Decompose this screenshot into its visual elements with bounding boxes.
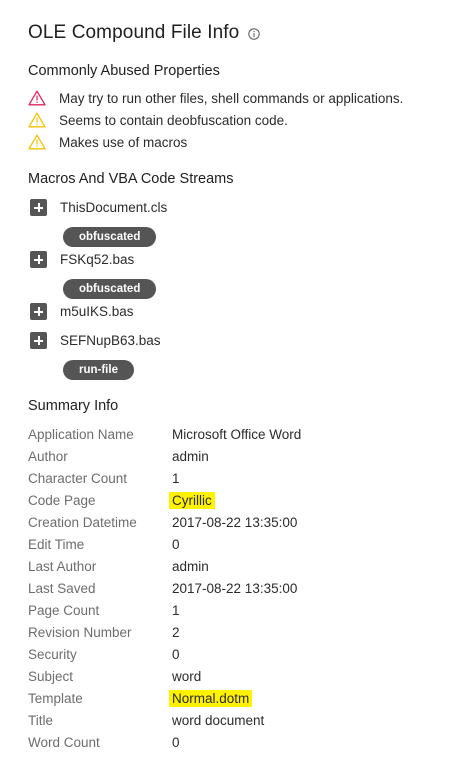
highlighted-value: Cyrillic <box>169 491 215 509</box>
abused-property-item: Makes use of macros <box>28 134 187 150</box>
summary-key: Code Page <box>28 492 96 508</box>
summary-key: Security <box>28 646 77 662</box>
macros-heading: Macros And VBA Code Streams <box>28 171 234 187</box>
summary-value: 1 <box>172 602 180 618</box>
summary-value: 1 <box>172 470 180 486</box>
stream-name: ThisDocument.cls <box>60 200 168 215</box>
stream-name: FSKq52.bas <box>60 252 135 267</box>
code-stream-item: FSKq52.bas <box>30 251 134 268</box>
summary-value: word <box>172 668 202 684</box>
summary-value: 2017-08-22 13:35:00 <box>172 580 298 596</box>
summary-value: admin <box>172 558 209 574</box>
highlighted-value: Normal.dotm <box>169 689 253 707</box>
summary-row: Code Page Cyrillic <box>28 489 448 511</box>
abused-property-text: Makes use of macros <box>59 134 188 150</box>
abused-property-item: May try to run other files, shell comman… <box>28 90 403 106</box>
summary-key: Application Name <box>28 426 134 442</box>
summary-row: Author admin <box>28 445 448 467</box>
summary-value: word document <box>172 712 265 728</box>
abused-property-text: May try to run other files, shell comman… <box>59 90 404 106</box>
expand-plus-icon[interactable] <box>30 303 47 320</box>
title-row: OLE Compound File Info <box>28 22 261 44</box>
summary-key: Subject <box>28 668 74 684</box>
summary-row: Revision Number 2 <box>28 621 448 643</box>
expand-plus-icon[interactable] <box>30 332 47 349</box>
abused-properties-heading: Commonly Abused Properties <box>28 63 220 79</box>
summary-heading: Summary Info <box>28 398 119 414</box>
warning-triangle-icon <box>28 90 46 106</box>
code-stream-item: SEFNupB63.bas <box>30 332 161 349</box>
ole-info-panel: OLE Compound File Info Commonly Abused P… <box>0 0 458 757</box>
summary-row: Template Normal.dotm <box>28 687 448 709</box>
summary-row: Subject word <box>28 665 448 687</box>
summary-value: 2017-08-22 13:35:00 <box>172 514 298 530</box>
abused-property-item: Seems to contain deobfuscation code. <box>28 112 288 128</box>
summary-key: Revision Number <box>28 624 132 640</box>
code-stream-item: ThisDocument.cls <box>30 199 167 216</box>
summary-key: Creation Datetime <box>28 514 137 530</box>
summary-row: Edit Time 0 <box>28 533 448 555</box>
summary-row: Security 0 <box>28 643 448 665</box>
page-title: OLE Compound File Info <box>28 22 240 43</box>
summary-value: 0 <box>172 734 180 750</box>
stream-name: m5uIKS.bas <box>60 304 134 319</box>
obfuscated-tag: obfuscated <box>63 227 157 247</box>
summary-row: Character Count 1 <box>28 467 448 489</box>
summary-value: 0 <box>172 646 180 662</box>
abused-property-text: Seems to contain deobfuscation code. <box>59 112 288 128</box>
summary-row: Title word document <box>28 709 448 731</box>
warning-triangle-icon <box>28 112 46 128</box>
summary-row: Last Saved 2017-08-22 13:35:00 <box>28 577 448 599</box>
summary-key: Last Saved <box>28 580 96 596</box>
expand-plus-icon[interactable] <box>30 199 47 216</box>
info-circle-icon[interactable] <box>248 27 261 40</box>
summary-key: Word Count <box>28 734 100 750</box>
summary-value: 2 <box>172 624 180 640</box>
summary-value: admin <box>172 448 209 464</box>
summary-key: Title <box>28 712 54 728</box>
summary-row: Creation Datetime 2017-08-22 13:35:00 <box>28 511 448 533</box>
summary-key: Character Count <box>28 470 128 486</box>
code-stream-item: m5uIKS.bas <box>30 303 134 320</box>
warning-triangle-icon <box>28 134 46 150</box>
run-file-tag: run-file <box>63 360 134 380</box>
expand-plus-icon[interactable] <box>30 251 47 268</box>
summary-key: Last Author <box>28 558 97 574</box>
summary-row: Application Name Microsoft Office Word <box>28 423 448 445</box>
summary-value: 0 <box>172 536 180 552</box>
obfuscated-tag: obfuscated <box>63 279 157 299</box>
summary-row: Page Count 1 <box>28 599 448 621</box>
summary-key: Edit Time <box>28 536 85 552</box>
summary-row: Word Count 0 <box>28 731 448 753</box>
summary-key: Author <box>28 448 68 464</box>
stream-name: SEFNupB63.bas <box>60 333 161 348</box>
summary-value: Microsoft Office Word <box>172 426 302 442</box>
summary-key: Page Count <box>28 602 100 618</box>
summary-row: Last Author admin <box>28 555 448 577</box>
summary-key: Template <box>28 690 83 706</box>
